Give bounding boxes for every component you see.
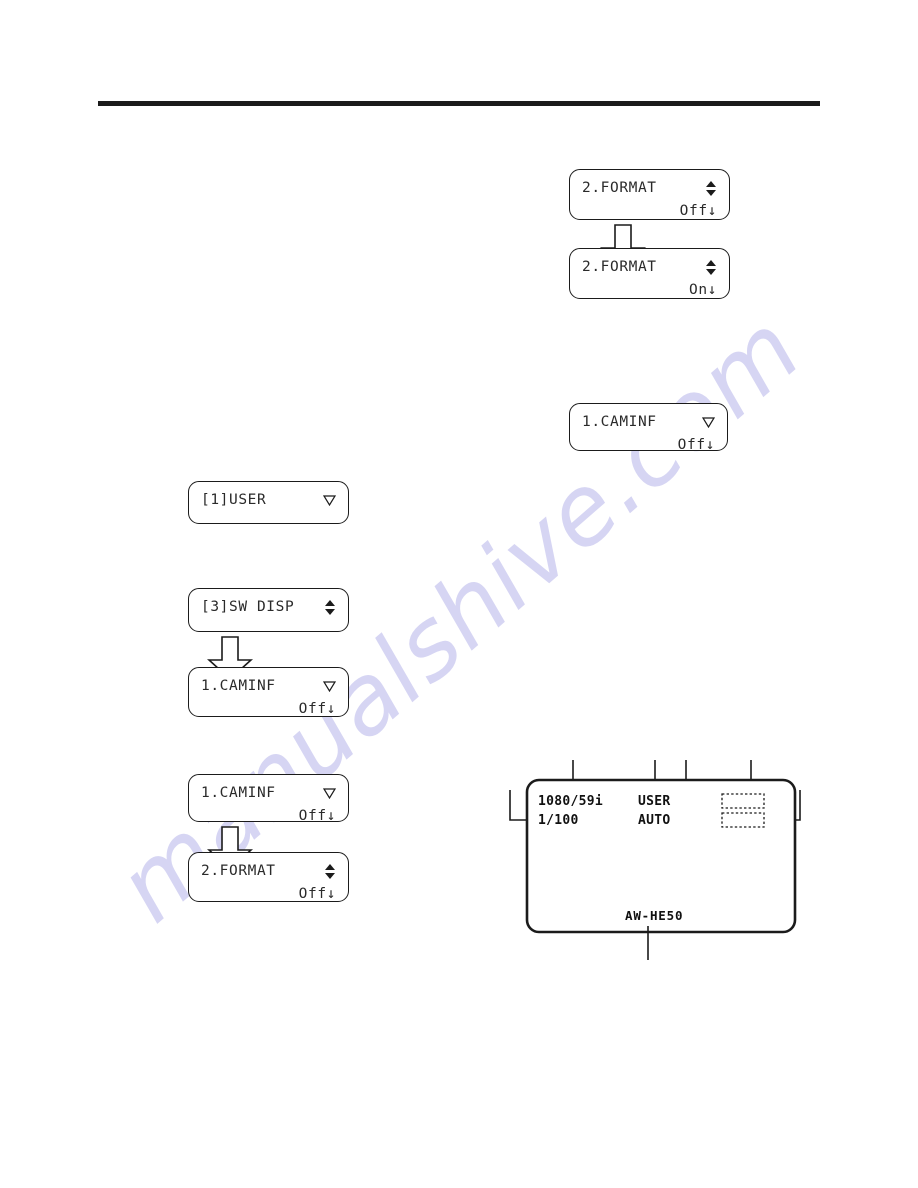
lcd-value: Off↓	[679, 203, 717, 219]
lcd-panel-caminf-mid[interactable]: 1.CAMINF Off↓	[188, 667, 349, 717]
lcd-value: On↓	[689, 282, 717, 298]
lcd-line-1: 2.FORMAT	[189, 860, 348, 882]
lcd-value: Off↓	[677, 437, 715, 453]
lcd-panel-format-on[interactable]: 2.FORMAT On↓	[569, 248, 730, 299]
lcd-panel-caminf-low[interactable]: 1.CAMINF Off↓	[188, 774, 349, 824]
lcd-label: 1.CAMINF	[582, 414, 657, 430]
osd-format-line: 1080/59i	[538, 794, 603, 809]
header-rule	[98, 101, 820, 106]
lcd-line-1: 2.FORMAT	[570, 256, 729, 278]
lcd-line-2: Off↓	[570, 434, 727, 456]
lcd-line-2	[189, 512, 348, 534]
lcd-line-1: 1.CAMINF	[570, 411, 727, 433]
lcd-label: 1.CAMINF	[201, 785, 276, 801]
lcd-line-2: Off↓	[189, 805, 348, 827]
osd-iris-line: AUTO	[638, 813, 671, 828]
lcd-line-1: [3]SW DISP	[189, 596, 348, 618]
lcd-line-1: 1.CAMINF	[189, 675, 348, 697]
osd-mode-line: USER	[638, 794, 671, 809]
lcd-line-2: On↓	[570, 279, 729, 301]
monitor-osd-diagram: 1080/59i 1/100 USER AUTO AW-HE50	[490, 758, 830, 968]
osd-shutter-line: 1/100	[538, 813, 579, 828]
lcd-panel-format-low[interactable]: 2.FORMAT Off↓	[188, 852, 349, 902]
lcd-line-2: Off↓	[189, 883, 348, 905]
lcd-panel-format-off[interactable]: 2.FORMAT Off↓	[569, 169, 730, 220]
lcd-line-2: Off↓	[189, 698, 348, 720]
lcd-value: Off↓	[298, 886, 336, 902]
up-down-arrow-icon	[706, 180, 717, 196]
down-triangle-icon	[323, 787, 336, 799]
osd-model-name: AW-HE50	[625, 908, 683, 923]
down-triangle-icon	[323, 680, 336, 692]
lcd-line-2: Off↓	[570, 200, 729, 222]
lcd-value: Off↓	[298, 808, 336, 824]
lcd-line-1: 2.FORMAT	[570, 177, 729, 199]
lcd-panel-user-menu[interactable]: [1]USER	[188, 481, 349, 524]
lcd-line-1: 1.CAMINF	[189, 782, 348, 804]
down-triangle-icon	[323, 494, 336, 506]
up-down-arrow-icon	[325, 599, 336, 615]
down-triangle-icon	[702, 416, 715, 428]
lcd-label: [3]SW DISP	[201, 599, 295, 615]
lcd-label: 1.CAMINF	[201, 678, 276, 694]
lcd-label: 2.FORMAT	[582, 259, 657, 275]
up-down-arrow-icon	[325, 863, 336, 879]
lcd-panel-caminf-right[interactable]: 1.CAMINF Off↓	[569, 403, 728, 453]
lcd-label: 2.FORMAT	[582, 180, 657, 196]
lcd-value: Off↓	[298, 701, 336, 717]
lcd-panel-sw-disp[interactable]: [3]SW DISP	[188, 588, 349, 632]
lcd-label: [1]USER	[201, 492, 267, 508]
lcd-line-1: [1]USER	[189, 489, 348, 511]
up-down-arrow-icon	[706, 259, 717, 275]
lcd-label: 2.FORMAT	[201, 863, 276, 879]
